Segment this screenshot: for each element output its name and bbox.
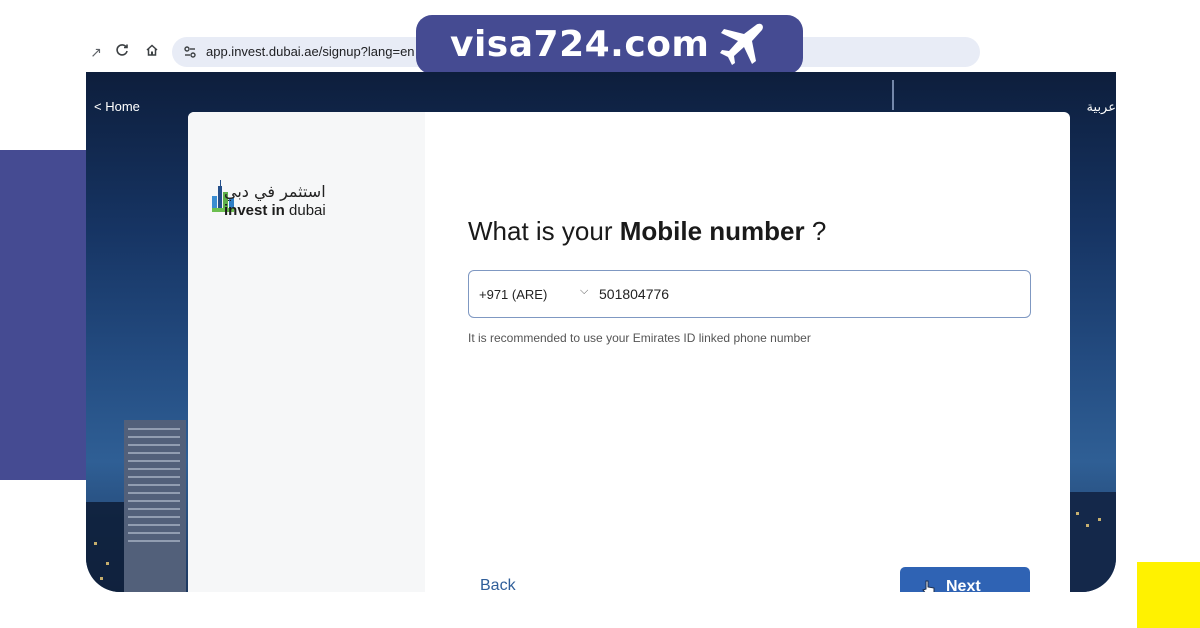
page-title: What is your Mobile number ? (468, 216, 827, 246)
next-button-label[interactable]: Next (946, 578, 981, 592)
brand-badge: visa724.com (416, 15, 803, 74)
back-button[interactable]: Back (480, 577, 516, 592)
next-button[interactable]: Next (900, 567, 1030, 592)
helper-text: It is recommended to use your Emirates I… (468, 331, 811, 345)
reload-icon[interactable] (112, 42, 132, 62)
hand-cursor-icon (922, 580, 935, 592)
brand-name: visa724.com (450, 24, 710, 65)
logo-arabic-text: استثمر في دبي (224, 182, 326, 201)
home-icon[interactable] (142, 42, 162, 62)
home-link[interactable]: < Home (94, 99, 140, 114)
decorative-purple-block (0, 150, 86, 480)
chevron-down-icon[interactable]: ⌵ (580, 285, 588, 298)
country-code-select[interactable]: +971 (ARE) (479, 287, 547, 302)
webpage-background: < Home عربية استثمر في دبي invest in dub… (86, 72, 1116, 592)
phone-number-input[interactable]: 501804776 (599, 286, 669, 302)
logo-english-text: invest in dubai (224, 202, 326, 219)
language-switch-link[interactable]: عربية (1087, 99, 1116, 115)
card-sidebar: استثمر في دبي invest in dubai (188, 112, 425, 592)
phone-number-field[interactable]: +971 (ARE) ⌵ 501804776 (468, 270, 1031, 318)
decorative-yellow-square (1137, 562, 1200, 628)
airplane-icon (720, 23, 763, 65)
signup-card: استثمر في دبي invest in dubai What is yo… (188, 112, 1070, 592)
site-settings-icon[interactable] (182, 44, 198, 60)
url-text[interactable]: app.invest.dubai.ae/signup?lang=en (206, 44, 415, 59)
back-arrow-icon[interactable]: ↗ (86, 42, 106, 62)
